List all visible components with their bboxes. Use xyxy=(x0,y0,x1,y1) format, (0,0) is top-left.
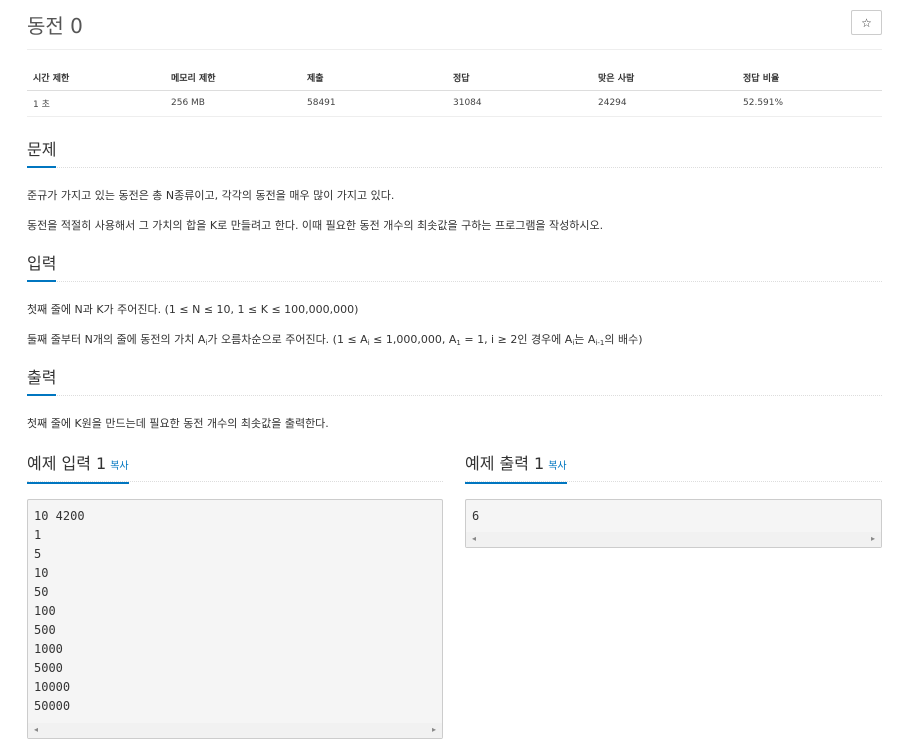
copy-sample-output-button[interactable]: 복사 xyxy=(548,461,566,472)
problem-section-header: 문제 xyxy=(27,138,882,168)
output-description: 첫째 줄에 K원을 만드는데 필요한 동전 개수의 최솟값을 출력한다. xyxy=(27,417,329,430)
header-accepted: 정답 xyxy=(447,66,592,91)
sample-input-box[interactable]: 10 4200 1 5 10 50 100 500 1000 5000 1000… xyxy=(27,499,443,739)
title-row: 동전 0 ☆ xyxy=(27,8,882,50)
info-header-row: 시간 제한 메모리 제한 제출 정답 맞은 사람 정답 비율 xyxy=(27,66,882,91)
copy-sample-input-button[interactable]: 복사 xyxy=(110,461,128,472)
input-description-1: 첫째 줄에 N과 K가 주어진다. (1 ≤ N ≤ 10, 1 ≤ K ≤ 1… xyxy=(27,303,359,316)
input-description-2: 둘째 줄부터 N개의 줄에 동전의 가치 Ai가 오름차순으로 주어진다. (1… xyxy=(27,333,643,347)
scroll-right-icon[interactable]: ▸ xyxy=(432,725,436,734)
input-heading: 입력 xyxy=(27,254,57,282)
favorite-button[interactable]: ☆ xyxy=(851,10,882,35)
star-icon: ☆ xyxy=(861,15,872,30)
sample-input-header: 예제 입력 1 복사 xyxy=(27,452,443,484)
value-accept-ratio: 52.591% xyxy=(737,90,882,117)
header-accept-ratio: 정답 비율 xyxy=(737,66,882,91)
sample-output-text: 6 xyxy=(472,509,480,523)
sample-output-scrollbar[interactable]: ◂ ▸ xyxy=(466,532,881,547)
value-solvers: 24294 xyxy=(592,90,737,117)
sample-input-text: 10 4200 1 5 10 50 100 500 1000 5000 1000… xyxy=(34,509,85,713)
header-memory-limit: 메모리 제한 xyxy=(165,66,301,91)
sample-input-scrollbar[interactable]: ◂ ▸ xyxy=(28,723,442,738)
scroll-left-icon[interactable]: ◂ xyxy=(472,534,476,543)
sample-input-heading: 예제 입력 1 복사 xyxy=(27,454,129,484)
problem-heading: 문제 xyxy=(27,140,57,168)
problem-info-table: 시간 제한 메모리 제한 제출 정답 맞은 사람 정답 비율 1 초 256 M… xyxy=(27,66,882,117)
sample-output-box[interactable]: 6 ◂ ▸ xyxy=(465,499,882,548)
value-accepted: 31084 xyxy=(447,90,592,117)
output-section-header: 출력 xyxy=(27,366,882,396)
sample-output-heading: 예제 출력 1 복사 xyxy=(465,454,567,484)
header-solvers: 맞은 사람 xyxy=(592,66,737,91)
sample-output-header: 예제 출력 1 복사 xyxy=(465,452,882,484)
value-memory-limit: 256 MB xyxy=(165,90,301,117)
problem-description-2: 동전을 적절히 사용해서 그 가치의 합을 K로 만들려고 한다. 이때 필요한… xyxy=(27,219,604,232)
input-section-header: 입력 xyxy=(27,252,882,282)
header-time-limit: 시간 제한 xyxy=(27,66,165,91)
value-time-limit: 1 초 xyxy=(27,90,165,117)
page-title: 동전 0 xyxy=(27,14,83,38)
header-submissions: 제출 xyxy=(301,66,447,91)
value-submissions: 58491 xyxy=(301,90,447,117)
info-value-row: 1 초 256 MB 58491 31084 24294 52.591% xyxy=(27,90,882,117)
scroll-left-icon[interactable]: ◂ xyxy=(34,725,38,734)
problem-description-1: 준규가 가지고 있는 동전은 총 N종류이고, 각각의 동전을 매우 많이 가지… xyxy=(27,189,395,202)
output-heading: 출력 xyxy=(27,368,57,396)
scroll-right-icon[interactable]: ▸ xyxy=(871,534,875,543)
